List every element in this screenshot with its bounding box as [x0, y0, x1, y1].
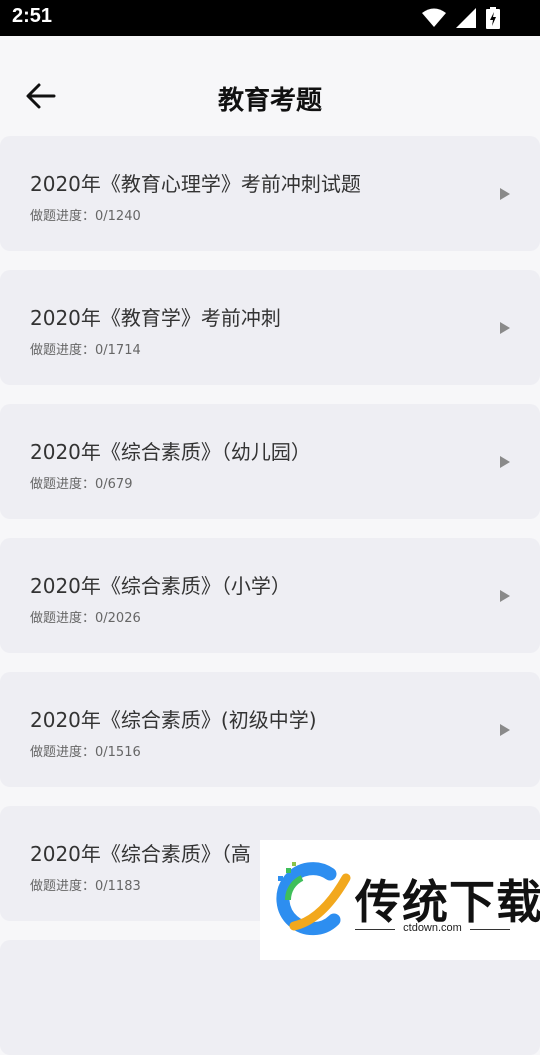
item-title: 2020年《综合素质》（幼儿园） — [30, 440, 311, 464]
status-bar: 2:51 — [0, 0, 540, 36]
signal-icon — [456, 8, 476, 28]
play-arrow-icon — [500, 590, 510, 602]
list-item[interactable]: 2020年《综合素质》（幼儿园） 做题进度：0/679 — [0, 404, 540, 519]
item-progress: 做题进度：0/1240 — [30, 209, 141, 224]
wifi-icon — [422, 8, 446, 28]
item-progress: 做题进度：0/1714 — [30, 343, 141, 358]
item-title: 2020年《综合素质》（小学） — [30, 574, 291, 598]
status-time: 2:51 — [12, 5, 53, 27]
watermark: 传统下载 ctdown.com — [260, 840, 540, 960]
battery-charging-icon — [486, 7, 500, 29]
list-item[interactable]: 2020年《教育学》考前冲刺 做题进度：0/1714 — [0, 270, 540, 385]
item-progress: 做题进度：0/679 — [30, 477, 133, 492]
play-arrow-icon — [500, 456, 510, 468]
item-title: 2020年《综合素质》（高 — [30, 842, 251, 866]
item-title: 2020年《教育心理学》考前冲刺试题 — [30, 172, 361, 196]
ctdown-logo-icon — [276, 862, 351, 936]
item-title: 2020年《教育学》考前冲刺 — [30, 306, 281, 330]
list-item[interactable]: 2020年《教育心理学》考前冲刺试题 做题进度：0/1240 — [0, 136, 540, 251]
play-arrow-icon — [500, 724, 510, 736]
item-progress: 做题进度：0/1516 — [30, 745, 141, 760]
watermark-url: ctdown.com — [355, 922, 510, 934]
play-arrow-icon — [500, 322, 510, 334]
list-item[interactable]: 2020年《综合素质》(初级中学) 做题进度：0/1516 — [0, 672, 540, 787]
status-icons — [422, 6, 500, 30]
page-title: 教育考题 — [217, 86, 322, 116]
play-arrow-icon — [500, 188, 510, 200]
item-progress: 做题进度：0/1183 — [30, 879, 141, 894]
item-title: 2020年《综合素质》(初级中学) — [30, 708, 317, 732]
app-bar: 教育考题 — [0, 36, 540, 136]
list-item[interactable]: 2020年《综合素质》（小学） 做题进度：0/2026 — [0, 538, 540, 653]
item-progress: 做题进度：0/2026 — [30, 611, 141, 626]
